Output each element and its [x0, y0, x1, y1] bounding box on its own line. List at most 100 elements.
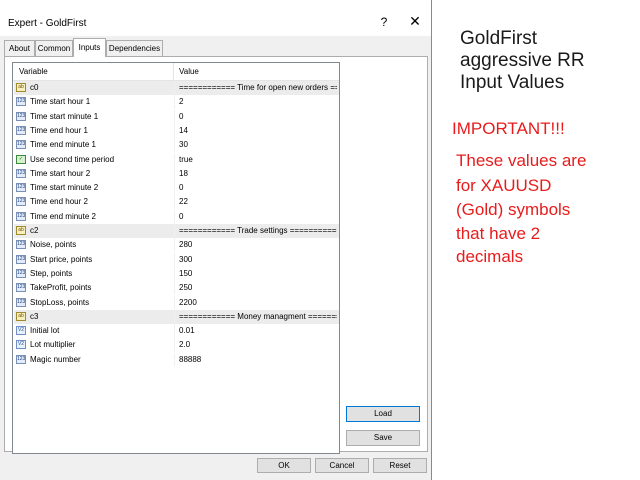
input-variable-name: TakeProfit, points — [30, 283, 92, 293]
cell-divider — [174, 338, 175, 353]
input-value[interactable]: 300 — [179, 255, 337, 264]
input-row[interactable]: 123 Time start hour 1 2 — [14, 95, 339, 110]
input-row[interactable]: 123 Step, points 150 — [14, 266, 339, 281]
input-value[interactable]: 22 — [179, 197, 337, 206]
input-value[interactable]: 0 — [179, 183, 337, 192]
reset-button[interactable]: Reset — [373, 458, 427, 473]
column-separator[interactable] — [173, 63, 174, 80]
input-row[interactable]: 123 Time start hour 2 18 — [14, 166, 339, 181]
tab-inputs[interactable]: Inputs — [73, 38, 106, 57]
input-value[interactable]: ============ Time for open new orders ==… — [179, 83, 337, 92]
input-variable-name: Initial lot — [30, 326, 60, 336]
tab-about[interactable]: About — [4, 40, 35, 56]
input-row[interactable]: 123 Time end hour 2 22 — [14, 195, 339, 210]
note-line-4: that have 2 — [456, 224, 541, 243]
cell-divider — [174, 152, 175, 167]
column-header-variable[interactable]: Variable — [19, 67, 48, 76]
input-variable-name: Lot multiplier — [30, 340, 76, 350]
input-value[interactable]: 88888 — [179, 355, 337, 364]
ok-button[interactable]: OK — [257, 458, 311, 473]
integer-type-icon: 123 — [16, 254, 26, 264]
input-variable-name: Time end minute 2 — [30, 211, 96, 221]
input-row[interactable]: ✓ Use second time period true — [14, 152, 339, 167]
input-row[interactable]: V2 Lot multiplier 2.0 — [14, 338, 339, 353]
input-variable-name: c2 — [30, 226, 39, 235]
input-row[interactable]: 123 Start price, points 300 — [14, 252, 339, 267]
cell-divider — [174, 324, 175, 339]
input-row[interactable]: 123 Time end minute 2 0 — [14, 209, 339, 224]
input-value[interactable]: 18 — [179, 169, 337, 178]
note-line-2: for XAUUSD — [456, 176, 552, 195]
cancel-button[interactable]: Cancel — [315, 458, 369, 473]
input-row[interactable]: 123 Time end minute 1 30 — [14, 138, 339, 153]
cell-divider — [174, 123, 175, 138]
input-variable-name: Step, points — [30, 268, 73, 278]
input-variable-name: Use second time period — [30, 154, 115, 164]
input-variable-name: Time end hour 2 — [30, 197, 88, 207]
boolean-type-icon: ✓ — [16, 154, 26, 164]
input-value[interactable]: 250 — [179, 283, 337, 292]
note-line-5: decimals — [456, 247, 524, 266]
cell-divider — [174, 138, 175, 153]
input-value[interactable]: 2 — [179, 97, 337, 106]
input-value[interactable]: 2.0 — [179, 340, 337, 349]
input-row[interactable]: ab c2 ============ Trade settings ========… — [14, 224, 339, 238]
input-row[interactable]: 123 Noise, points 280 — [14, 238, 339, 253]
promo-title-line-1: GoldFirst — [460, 28, 538, 49]
tab-dependencies[interactable]: Dependencies — [106, 40, 163, 56]
input-value[interactable]: 0.01 — [179, 326, 337, 335]
cell-divider — [174, 252, 175, 267]
integer-type-icon: 123 — [16, 268, 26, 278]
input-value[interactable]: 0 — [179, 212, 337, 221]
input-variable-name: c3 — [30, 311, 39, 321]
string-type-icon: ab — [16, 83, 26, 92]
double-type-icon: V2 — [16, 326, 26, 336]
input-row[interactable]: 123 Time start minute 1 0 — [14, 109, 339, 124]
cell-divider — [174, 295, 175, 310]
input-row[interactable]: 123 Time start minute 2 0 — [14, 181, 339, 196]
important-notice: IMPORTANT!!! — [452, 119, 565, 138]
integer-type-icon: 123 — [16, 125, 26, 135]
input-variable-name: StopLoss, points — [30, 297, 90, 307]
input-value[interactable]: 0 — [179, 112, 337, 121]
input-variable-name: Start price, points — [30, 254, 93, 264]
inputs-grid[interactable]: Variable Value ab c0 ============ Time for… — [12, 62, 340, 454]
input-value[interactable]: true — [179, 155, 337, 164]
input-variable-name: Time end hour 1 — [30, 125, 88, 135]
cell-divider — [174, 81, 175, 95]
input-value[interactable]: 14 — [179, 126, 337, 135]
input-value[interactable]: 280 — [179, 240, 337, 249]
input-value[interactable]: 150 — [179, 269, 337, 278]
help-icon[interactable]: ? — [378, 15, 390, 29]
input-value[interactable]: 30 — [179, 140, 337, 149]
input-value[interactable]: 2200 — [179, 298, 337, 307]
cell-divider — [174, 95, 175, 110]
input-variable-name: Time end minute 1 — [30, 140, 96, 150]
input-row[interactable]: 123 TakeProfit, points 250 — [14, 281, 339, 296]
integer-type-icon: 123 — [16, 111, 26, 121]
load-button[interactable]: Load — [346, 406, 420, 422]
integer-type-icon: 123 — [16, 97, 26, 107]
integer-type-icon: 123 — [16, 240, 26, 250]
input-variable-name: Magic number — [30, 354, 81, 364]
save-button[interactable]: Save — [346, 430, 420, 446]
integer-type-icon: 123 — [16, 168, 26, 178]
input-row[interactable]: ab c3 ============ Money managment =======… — [14, 309, 339, 324]
cell-divider — [174, 109, 175, 124]
string-type-icon: ab — [16, 226, 26, 235]
input-value[interactable]: ============ Money managment =======... — [179, 312, 337, 321]
cell-divider — [174, 352, 175, 367]
input-variable-name: Time start hour 1 — [30, 97, 91, 107]
input-row[interactable]: 123 Time end hour 1 14 — [14, 123, 339, 138]
input-value[interactable]: ============ Trade settings ============… — [179, 226, 337, 235]
close-icon[interactable]: ✕ — [408, 13, 422, 30]
input-row[interactable]: 123 StopLoss, points 2200 — [14, 295, 339, 310]
tab-common[interactable]: Common — [35, 40, 73, 56]
input-row[interactable]: 123 Magic number 88888 — [14, 352, 339, 367]
title-bar: Expert - GoldFirst ? ✕ — [0, 0, 431, 36]
column-header-value[interactable]: Value — [179, 67, 199, 76]
input-row[interactable]: ab c0 ============ Time for open new order… — [14, 81, 339, 95]
input-variable-name: c0 — [30, 83, 39, 92]
cell-divider — [174, 195, 175, 210]
input-row[interactable]: V2 Initial lot 0.01 — [14, 324, 339, 339]
